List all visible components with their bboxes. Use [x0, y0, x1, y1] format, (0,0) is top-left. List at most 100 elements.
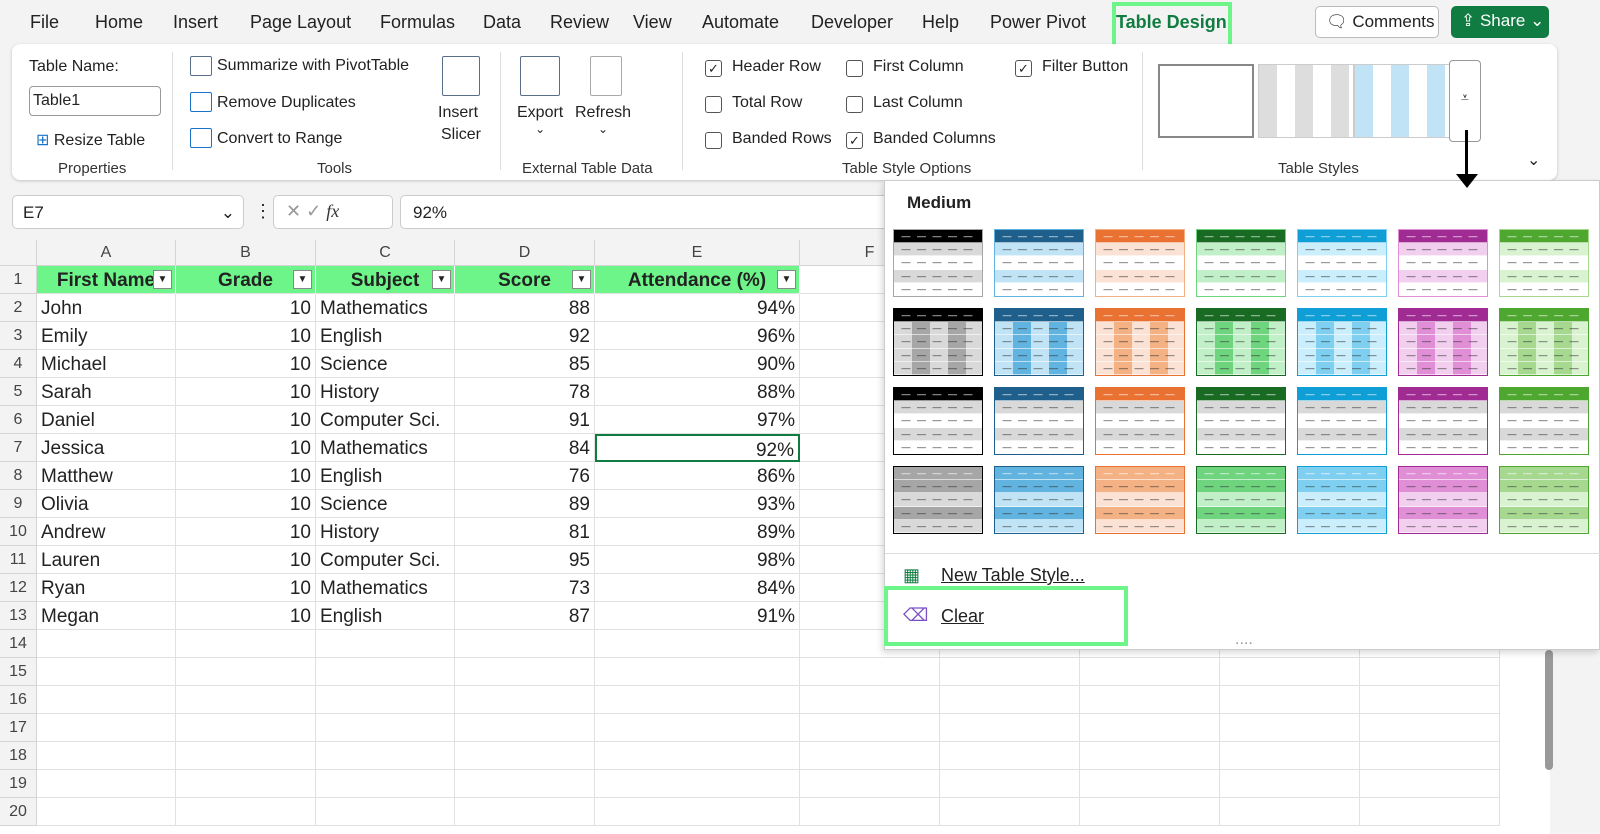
cell[interactable]: 78	[455, 378, 595, 406]
cell[interactable]: Matthew	[37, 462, 176, 490]
filter-dropdown-button[interactable]: ▼	[572, 270, 591, 289]
table-style-medium-22[interactable]: — — — — — — — — — — — — — — — — — — — — — — …	[893, 466, 983, 534]
table-name-input[interactable]: Table1	[29, 86, 161, 116]
column-header-B[interactable]: B	[176, 240, 316, 266]
summarize-pivot-button[interactable]: Summarize with PivotTable	[217, 57, 409, 75]
name-box[interactable]: E7 ⌄	[12, 195, 244, 229]
cell[interactable]	[1360, 798, 1500, 826]
insert-function-button[interactable]: fx	[326, 201, 339, 221]
cell[interactable]	[1220, 714, 1360, 742]
cell[interactable]: Ryan	[37, 574, 176, 602]
cell[interactable]: Sarah	[37, 378, 176, 406]
cell[interactable]: 87	[455, 602, 595, 630]
table-style-medium-18[interactable]: — — — — — — — — — — — — — — — — — — — — — — …	[1196, 387, 1286, 455]
cell[interactable]	[595, 798, 800, 826]
filter-dropdown-button[interactable]: ▼	[293, 270, 312, 289]
cell[interactable]	[1360, 770, 1500, 798]
checkbox-banded-rows[interactable]	[705, 132, 722, 149]
cell[interactable]	[940, 658, 1080, 686]
cell[interactable]	[37, 798, 176, 826]
cell[interactable]	[1360, 714, 1500, 742]
cell[interactable]: 10	[176, 602, 316, 630]
cell[interactable]	[455, 686, 595, 714]
cell[interactable]	[1360, 658, 1500, 686]
filter-dropdown-button[interactable]: ▼	[153, 270, 172, 289]
row-header[interactable]: 20	[0, 798, 37, 826]
row-header[interactable]: 11	[0, 546, 37, 574]
table-style-medium-2[interactable]: — — — — — — — — — — — — — — — — — — — — — — …	[994, 229, 1084, 297]
cell[interactable]: 91%	[595, 602, 800, 630]
tab-view[interactable]: View	[633, 12, 672, 33]
cell[interactable]: John	[37, 294, 176, 322]
table-style-medium-26[interactable]: — — — — — — — — — — — — — — — — — — — — — — …	[1297, 466, 1387, 534]
cell[interactable]	[316, 630, 455, 658]
checkbox-header-row[interactable]: ✓	[705, 60, 722, 77]
tab-file[interactable]: File	[30, 12, 59, 33]
cell[interactable]	[1080, 798, 1220, 826]
cell[interactable]: Jessica	[37, 434, 176, 462]
cell[interactable]: History	[316, 518, 455, 546]
table-style-medium-6[interactable]: — — — — — — — — — — — — — — — — — — — — — — …	[1398, 229, 1488, 297]
convert-range-button[interactable]: Convert to Range	[217, 130, 342, 148]
cell[interactable]	[940, 686, 1080, 714]
table-style-medium-28[interactable]: — — — — — — — — — — — — — — — — — — — — — — …	[1499, 466, 1589, 534]
cell[interactable]: Mathematics	[316, 574, 455, 602]
cell[interactable]: 10	[176, 434, 316, 462]
cell[interactable]	[176, 714, 316, 742]
table-style-medium-10[interactable]: — — — — — — — — — — — — — — — — — — — — — — …	[1095, 308, 1185, 376]
row-header[interactable]: 19	[0, 770, 37, 798]
cell[interactable]	[800, 770, 940, 798]
cell[interactable]	[455, 658, 595, 686]
cell[interactable]: 91	[455, 406, 595, 434]
cell[interactable]	[316, 742, 455, 770]
cell[interactable]: 10	[176, 378, 316, 406]
table-style-medium-27[interactable]: — — — — — — — — — — — — — — — — — — — — — — …	[1398, 466, 1488, 534]
table-style-medium-23[interactable]: — — — — — — — — — — — — — — — — — — — — — — …	[994, 466, 1084, 534]
cell[interactable]: Computer Sci.	[316, 546, 455, 574]
comments-button[interactable]: 🗨 Comments	[1315, 6, 1439, 38]
cell[interactable]	[595, 686, 800, 714]
cell[interactable]: 89	[455, 490, 595, 518]
tab-automate[interactable]: Automate	[702, 12, 779, 33]
table-style-medium-5[interactable]: — — — — — — — — — — — — — — — — — — — — — — …	[1297, 229, 1387, 297]
row-header[interactable]: 5	[0, 378, 37, 406]
resize-table-button[interactable]: ⊞ Resize Table	[36, 130, 145, 150]
cell[interactable]	[595, 770, 800, 798]
row-header[interactable]: 18	[0, 742, 37, 770]
cell[interactable]: Science	[316, 490, 455, 518]
cell[interactable]: Michael	[37, 350, 176, 378]
cell[interactable]	[316, 714, 455, 742]
table-style-medium-11[interactable]: — — — — — — — — — — — — — — — — — — — — — — …	[1196, 308, 1286, 376]
cell[interactable]	[316, 658, 455, 686]
vertical-scrollbar[interactable]	[1545, 650, 1553, 770]
cell[interactable]	[176, 658, 316, 686]
cell[interactable]	[940, 798, 1080, 826]
table-style-medium-14[interactable]: — — — — — — — — — — — — — — — — — — — — — — …	[1499, 308, 1589, 376]
column-header-A[interactable]: A	[37, 240, 176, 266]
cell[interactable]	[455, 742, 595, 770]
cell[interactable]	[1220, 798, 1360, 826]
share-button[interactable]: ⇪ Share ⌄	[1451, 6, 1549, 38]
row-header[interactable]: 16	[0, 686, 37, 714]
table-style-medium-4[interactable]: — — — — — — — — — — — — — — — — — — — — — — …	[1196, 229, 1286, 297]
cell[interactable]	[37, 630, 176, 658]
checkbox-filter-button[interactable]: ✓	[1015, 60, 1032, 77]
cell[interactable]: 96%	[595, 322, 800, 350]
cell[interactable]: 10	[176, 350, 316, 378]
table-style-medium-1[interactable]: — — — — — — — — — — — — — — — — — — — — — — …	[893, 229, 983, 297]
cell[interactable]: 84	[455, 434, 595, 462]
collapse-ribbon-icon[interactable]: ⌄	[1527, 150, 1540, 170]
cell[interactable]: 98%	[595, 546, 800, 574]
remove-duplicates-button[interactable]: Remove Duplicates	[217, 94, 356, 112]
cell[interactable]	[800, 658, 940, 686]
cell[interactable]: 94%	[595, 294, 800, 322]
checkbox-last-column[interactable]	[846, 96, 863, 113]
cell[interactable]: 97%	[595, 406, 800, 434]
cell[interactable]: Mathematics	[316, 294, 455, 322]
row-header[interactable]: 8	[0, 462, 37, 490]
cell[interactable]: Mathematics	[316, 434, 455, 462]
export-button[interactable]: Export ⌄	[517, 104, 563, 136]
formula-input[interactable]: 92%	[400, 195, 890, 229]
tab-help[interactable]: Help	[922, 12, 959, 33]
table-style-medium-25[interactable]: — — — — — — — — — — — — — — — — — — — — — — …	[1196, 466, 1286, 534]
